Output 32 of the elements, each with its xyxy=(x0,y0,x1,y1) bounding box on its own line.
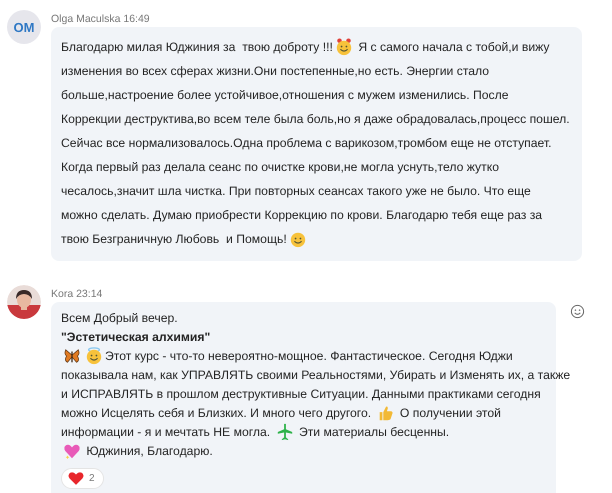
butterfly-icon xyxy=(63,346,81,364)
airplane-icon xyxy=(276,422,294,440)
message-text: больше,настроение более устойчивое,отношения с мужем изменились. После xyxy=(61,88,509,102)
message-text: можно сделать. Думаю приобрести Коррекцию по крови. Благодарю тебя еще раз за xyxy=(61,208,542,222)
heart-icon xyxy=(68,471,84,486)
author-line: Olga Maculska 16:49 xyxy=(51,13,151,25)
message-text: и ИСПРАВЛЯТЬ в прошлом деструктивные Ситуации. Данными практиками сегодня xyxy=(61,386,541,400)
message-text: твою Безграничную Любовь и Помощь! xyxy=(61,232,287,246)
message-text: "Эстетическая алхимия" xyxy=(61,330,210,344)
message-text: Когда первый раз делала сеанс по очистке крови,не могла уснуть,тело жутко xyxy=(61,160,499,174)
avatar: OM xyxy=(7,10,41,44)
message-text: Этот курс - что-то невероятно-мощное. Фантастическое. Сегодня Юджи xyxy=(105,348,513,362)
emoji-icon[interactable] xyxy=(570,304,585,319)
message-text: Эти материалы бесценны. xyxy=(298,424,450,438)
message-text: Сейчас все нормализовалось.Одна проблема с варикозом,тромбом еще не отступает. xyxy=(61,136,552,150)
message-text: Юджиния, Благодарю. xyxy=(85,444,213,458)
message-text: чесалось,значит шла чистка. При повторных сеансах такого уже не было. Что еще xyxy=(61,184,531,198)
message-text: Я с самого начала с тобой,и вижу xyxy=(357,40,550,54)
message-text: изменения во всех сферах жизни.Они постепенные,но есть. Энергии стало xyxy=(61,64,490,78)
smiley-icon xyxy=(334,38,353,56)
message-text: Коррекции деструктива,во всем теле была боль,но я даже обрадовалась,процесс пошел. xyxy=(61,112,570,126)
smiley-icon xyxy=(85,346,103,364)
message-text: можно Исцелять себя и Близких. И много чего другого. xyxy=(61,406,372,420)
message-text: показывала нам, как УПРАВЛЯТЬ своими Реальностями, Убирать и Изменять их, а также xyxy=(61,368,570,382)
message-text: Благодарю милая Юджиния за твою доброту !!! xyxy=(61,40,333,54)
author-line: Kora 23:14 xyxy=(51,288,104,300)
thumbs-up-icon xyxy=(376,404,395,422)
smiley-icon xyxy=(288,230,307,248)
message-text: Всем Добрый вечер. xyxy=(61,310,178,324)
reaction-button[interactable]: 2 xyxy=(61,468,104,489)
message-text: информации - я и мечтать НЕ могла. xyxy=(61,424,272,438)
message-text: О получении этой xyxy=(398,406,501,420)
